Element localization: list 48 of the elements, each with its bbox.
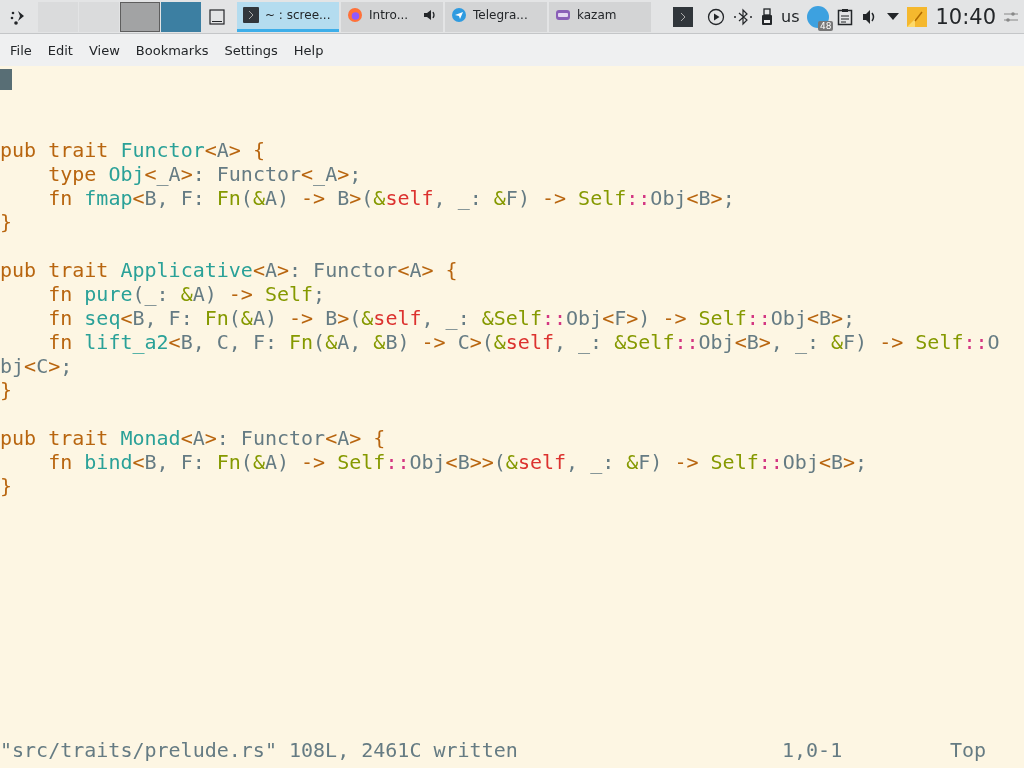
menu-item[interactable]: File xyxy=(2,40,40,60)
show-desktop-icon[interactable] xyxy=(209,8,225,25)
usb-drive-icon[interactable] xyxy=(761,7,773,26)
task-button[interactable]: Telegra... xyxy=(445,1,547,32)
code-line: fn lift_a2<B, C, F: Fn(&A, &B) -> C>(&self, _: &Self::Obj<B>, _: &F) -> Self::O xyxy=(47,330,1000,354)
code-line: fn fmap<B, F: Fn(&A) -> B>(&self, _: &F) -> Self::Obj<B>; xyxy=(47,186,735,210)
code-line: bj<C>; xyxy=(0,354,73,378)
menu-item[interactable]: Bookmarks xyxy=(127,40,217,60)
task-button[interactable]: kazam xyxy=(549,1,651,32)
paper-plane-icon xyxy=(451,7,467,23)
clipboard-icon[interactable] xyxy=(837,7,854,26)
scroll-position: Top xyxy=(950,738,987,762)
code-line: fn pure(_: &A) -> Self; xyxy=(47,282,326,306)
code-line: fn bind<B, F: Fn(&A) -> Self::Obj<B>>(&self, _: &F) -> Self::Obj<B>; xyxy=(47,450,868,474)
launcher-icon[interactable] xyxy=(10,8,26,25)
virtual-desktop[interactable] xyxy=(120,1,160,32)
task-button[interactable]: ~ : scree... xyxy=(237,1,339,32)
play-icon[interactable] xyxy=(707,7,725,26)
code-line: pub trait Applicative<A>: Functor<A> { xyxy=(0,258,458,282)
bluetooth-icon[interactable] xyxy=(733,7,753,26)
cursor-position: 1,0-1 xyxy=(782,738,844,762)
status-message: "src/traits/prelude.rs" 108L, 2461C written xyxy=(0,738,519,762)
unread-badge: 48 xyxy=(818,20,834,31)
code-line: type Obj<_A>: Functor<_A>; xyxy=(47,162,362,186)
code-line: } xyxy=(0,378,13,402)
dropdown-icon[interactable] xyxy=(887,12,900,21)
code-line: } xyxy=(0,474,13,498)
code-line: pub trait Functor<A> { xyxy=(0,138,265,162)
clock[interactable]: 10:40 xyxy=(935,4,996,29)
sliders-icon[interactable] xyxy=(1004,9,1018,24)
virtual-desktop[interactable] xyxy=(161,1,201,32)
recorder-icon xyxy=(555,7,571,23)
code-line: } xyxy=(0,210,13,234)
code-line: pub trait Monad<A>: Functor<A> { xyxy=(0,426,386,450)
terminal-icon xyxy=(243,7,259,23)
keyboard-layout[interactable]: us xyxy=(781,7,800,26)
task-button[interactable]: Intro... xyxy=(341,1,443,32)
messenger-tray-icon[interactable]: 48 xyxy=(807,5,830,28)
menu-item[interactable]: View xyxy=(80,40,128,60)
notes-icon[interactable] xyxy=(907,6,928,27)
browser-icon xyxy=(347,7,363,23)
menu-item[interactable]: Settings xyxy=(216,40,286,60)
speaker-icon xyxy=(423,8,437,22)
text-cursor xyxy=(0,69,12,90)
terminal-icon[interactable] xyxy=(673,6,693,27)
menu-item[interactable]: Help xyxy=(285,40,332,60)
code-line: fn seq<B, F: Fn(&A) -> B>(&self, _: &Self::Obj<F>) -> Self::Obj<B>; xyxy=(47,306,856,330)
menu-item[interactable]: Edit xyxy=(39,40,81,60)
